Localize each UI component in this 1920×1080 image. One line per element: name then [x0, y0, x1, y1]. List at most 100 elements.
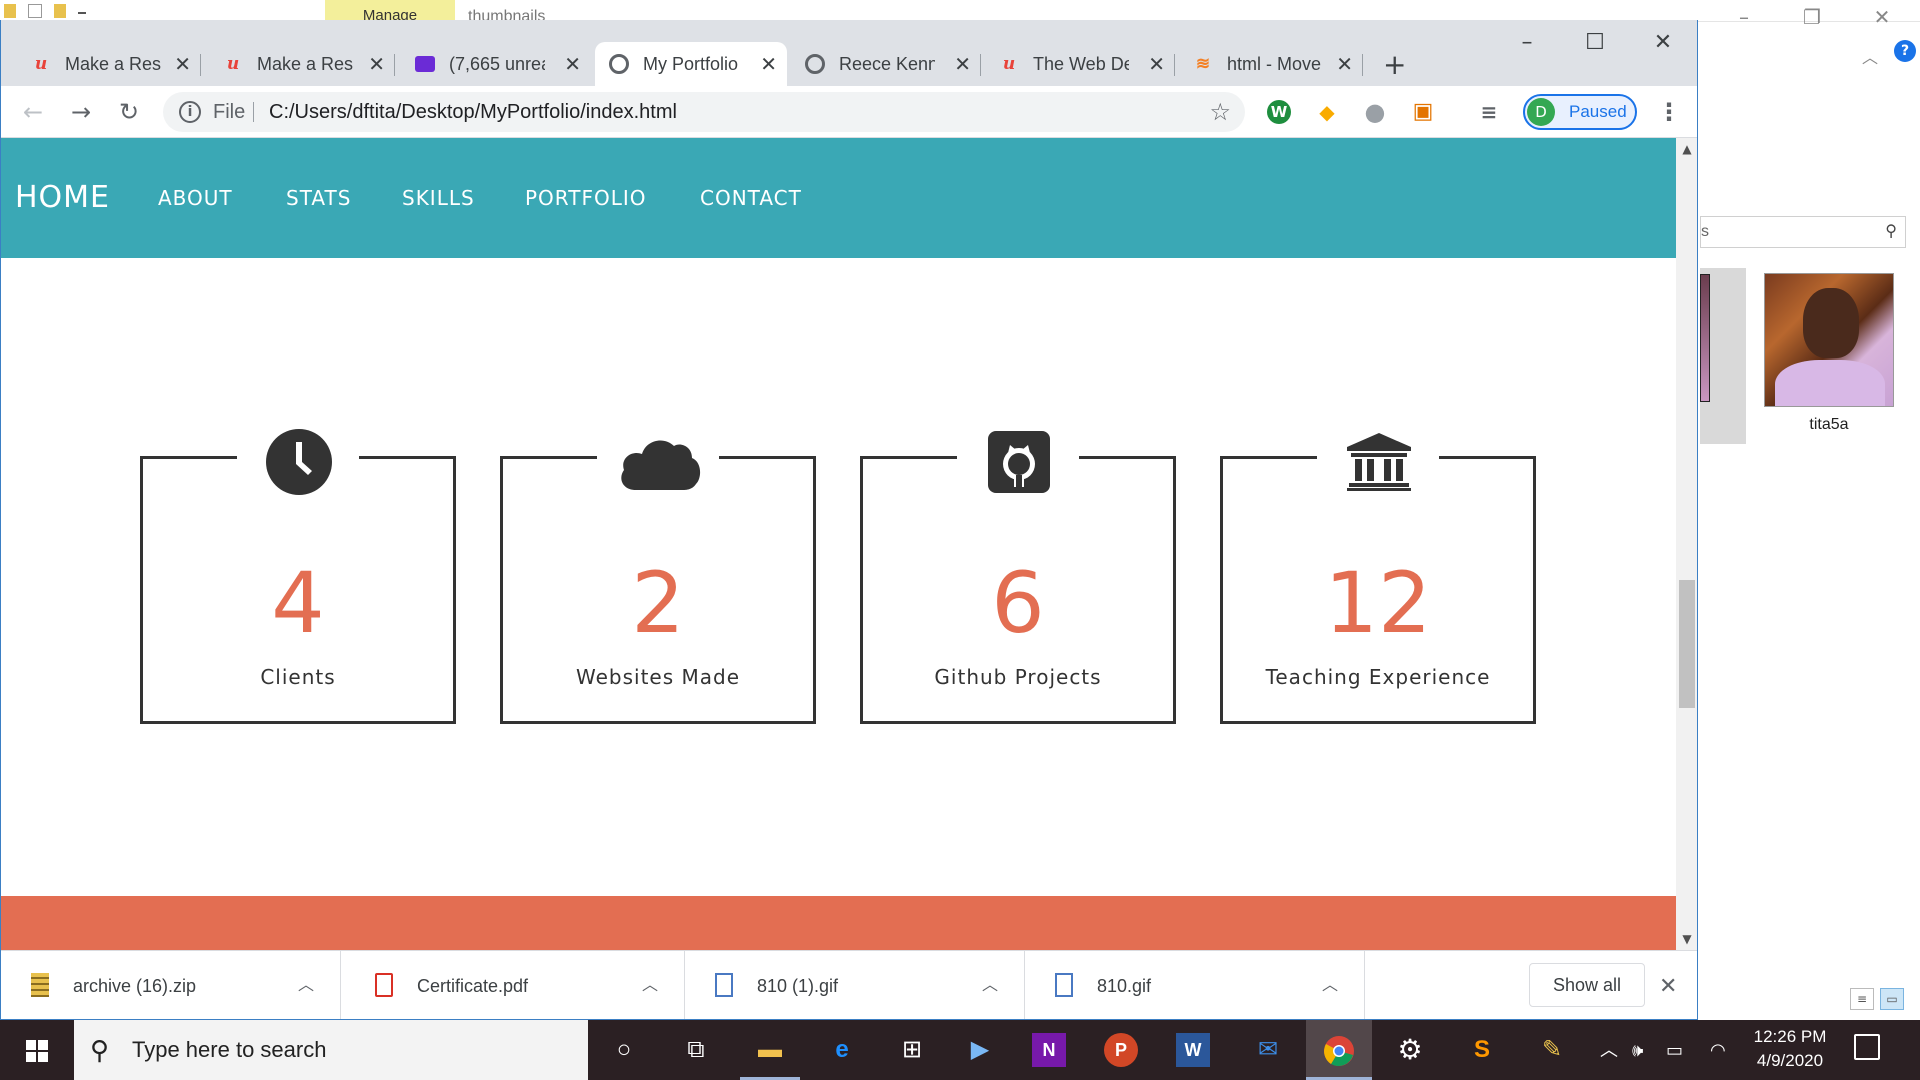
- page-scrollbar[interactable]: ▲ ▼: [1676, 138, 1697, 950]
- start-button[interactable]: [0, 1020, 72, 1080]
- tab-strip: u Make a Responsive ✕ u Make a Responsiv…: [1, 20, 1697, 86]
- photo-thumbnail[interactable]: [1764, 273, 1894, 407]
- properties-icon[interactable]: [28, 4, 42, 18]
- ribbon-tab-thumbnails[interactable]: thumbnails: [468, 0, 545, 22]
- dropdown-icon[interactable]: [78, 4, 86, 14]
- paint-icon[interactable]: ✎: [1532, 1030, 1572, 1070]
- close-tab-icon[interactable]: ✕: [1148, 52, 1165, 77]
- nav-skills-link[interactable]: SKILLS: [402, 138, 475, 258]
- explorer-restore-icon[interactable]: ❐: [1782, 0, 1842, 34]
- w-extension-icon[interactable]: W: [1267, 100, 1291, 124]
- folder-icon[interactable]: [4, 4, 16, 18]
- cortana-icon[interactable]: ○: [604, 1030, 644, 1070]
- download-item[interactable]: 810.gif ︿: [1025, 951, 1365, 1019]
- stat-card-websites: 2 Websites Made: [500, 440, 816, 724]
- volume-icon[interactable]: 🕪: [1632, 1020, 1643, 1080]
- chat-extension-icon[interactable]: ●: [1363, 100, 1387, 124]
- show-hidden-icons-chevron-icon[interactable]: ︿: [1600, 1020, 1618, 1080]
- photo-file-label[interactable]: tita5a: [1764, 416, 1894, 434]
- minimize-icon[interactable]: –: [1499, 30, 1555, 55]
- mail-icon[interactable]: ✉: [1248, 1030, 1288, 1070]
- tab-separator: [394, 54, 395, 76]
- menu-icon[interactable]: ⋮: [1657, 98, 1681, 126]
- word-icon[interactable]: W: [1176, 1033, 1210, 1067]
- github-icon: [986, 429, 1052, 495]
- sublime-text-icon[interactable]: S: [1462, 1030, 1502, 1070]
- wifi-icon[interactable]: ◠: [1710, 1020, 1726, 1080]
- back-icon[interactable]: ←: [17, 96, 49, 128]
- chrome-icon[interactable]: [1306, 1020, 1372, 1080]
- close-tab-icon[interactable]: ✕: [954, 52, 971, 77]
- nav-about-link[interactable]: ABOUT: [158, 138, 233, 258]
- system-clock[interactable]: 12:26 PM 4/9/2020: [1740, 1025, 1840, 1073]
- forward-icon[interactable]: →: [65, 96, 97, 128]
- download-item[interactable]: Certificate.pdf ︿: [345, 951, 685, 1019]
- media-control-icon[interactable]: ≡: [1477, 100, 1501, 124]
- ribbon-tab-manage[interactable]: Manage: [325, 0, 455, 22]
- nav-portfolio-link[interactable]: PORTFOLIO: [525, 138, 647, 258]
- close-tab-icon[interactable]: ✕: [174, 52, 191, 77]
- scrollbar-thumb[interactable]: [1679, 580, 1695, 708]
- bookmark-star-icon[interactable]: ☆: [1209, 92, 1231, 132]
- stat-label: Clients: [260, 665, 336, 689]
- explorer-search-input[interactable]: s ⚲: [1700, 216, 1906, 248]
- maximize-icon[interactable]: ☐: [1567, 30, 1623, 55]
- tab-my-portfolio[interactable]: My Portfolio ✕: [595, 42, 787, 86]
- nav-stats-link[interactable]: STATS: [286, 138, 351, 258]
- diamond-extension-icon[interactable]: ◆: [1315, 100, 1339, 124]
- explorer-minimize-icon[interactable]: –: [1714, 0, 1774, 34]
- tab-html-move[interactable]: ≋ html - Move ✕: [1179, 42, 1363, 86]
- close-tab-icon[interactable]: ✕: [564, 52, 581, 77]
- onenote-icon[interactable]: N: [1032, 1033, 1066, 1067]
- tab-make-a-responsive-2[interactable]: u Make a Responsive ✕: [209, 42, 395, 86]
- show-all-button[interactable]: Show all: [1529, 963, 1645, 1007]
- address-bar[interactable]: i File C:/Users/dftita/Desktop/MyPortfol…: [163, 92, 1245, 132]
- battery-icon[interactable]: ▭: [1666, 1020, 1683, 1080]
- media-player-icon[interactable]: ▶: [960, 1030, 1000, 1070]
- chevron-up-icon[interactable]: ︿: [298, 951, 314, 1019]
- tab-make-a-responsive-1[interactable]: u Make a Responsive ✕: [17, 42, 201, 86]
- taskbar-search-box[interactable]: ⚲ Type here to search: [74, 1020, 588, 1080]
- large-icons-view-icon[interactable]: ▭: [1880, 988, 1904, 1010]
- tab-separator: [980, 54, 981, 76]
- close-downloads-icon[interactable]: ✕: [1659, 951, 1677, 1019]
- url-text[interactable]: C:/Users/dftita/Desktop/MyPortfolio/inde…: [269, 92, 677, 132]
- tab-mail[interactable]: (7,665 unread) ✕: [401, 42, 591, 86]
- powerpoint-icon[interactable]: P: [1104, 1033, 1138, 1067]
- chevron-up-icon[interactable]: ︿: [1322, 951, 1338, 1019]
- explorer-close-icon[interactable]: ✕: [1852, 0, 1912, 34]
- new-tab-button[interactable]: +: [1383, 48, 1406, 81]
- details-view-icon[interactable]: ≡: [1850, 988, 1874, 1010]
- tab-reece-kenney[interactable]: Reece Kenney ✕: [791, 42, 981, 86]
- edge-icon[interactable]: e: [822, 1030, 862, 1070]
- site-info-icon[interactable]: i: [179, 101, 201, 123]
- close-window-icon[interactable]: ✕: [1635, 30, 1691, 55]
- new-folder-icon[interactable]: [54, 4, 66, 18]
- clock-date: 4/9/2020: [1756, 1051, 1824, 1070]
- download-item[interactable]: archive (16).zip ︿: [1, 951, 341, 1019]
- settings-gear-icon[interactable]: ⚙: [1390, 1030, 1430, 1070]
- udemy-icon: u: [34, 54, 48, 74]
- ribbon-collapse-icon[interactable]: ︿: [1862, 44, 1878, 68]
- task-view-icon[interactable]: ⧉: [676, 1030, 716, 1070]
- profile-button[interactable]: D Paused: [1523, 94, 1637, 130]
- nav-home-link[interactable]: HOME: [15, 138, 110, 258]
- file-explorer-icon[interactable]: ▬: [750, 1030, 790, 1070]
- reload-icon[interactable]: ↻: [113, 96, 145, 128]
- selected-file-tile[interactable]: [1700, 268, 1746, 444]
- tab-the-web-developer[interactable]: u The Web Developer ✕: [985, 42, 1175, 86]
- close-tab-icon[interactable]: ✕: [1336, 52, 1353, 77]
- close-tab-icon[interactable]: ✕: [368, 52, 385, 77]
- action-center-icon[interactable]: [1854, 1034, 1880, 1060]
- store-icon[interactable]: ⊞: [892, 1030, 932, 1070]
- scroll-down-icon[interactable]: ▼: [1676, 932, 1697, 946]
- avatar: D: [1527, 98, 1555, 126]
- chevron-up-icon[interactable]: ︿: [982, 951, 998, 1019]
- close-tab-icon[interactable]: ✕: [760, 52, 777, 77]
- scroll-up-icon[interactable]: ▲: [1676, 142, 1697, 156]
- download-item[interactable]: 810 (1).gif ︿: [685, 951, 1025, 1019]
- help-icon[interactable]: ?: [1894, 40, 1916, 62]
- chevron-up-icon[interactable]: ︿: [642, 951, 658, 1019]
- nav-contact-link[interactable]: CONTACT: [700, 138, 802, 258]
- picture-extension-icon[interactable]: ▣: [1411, 100, 1435, 124]
